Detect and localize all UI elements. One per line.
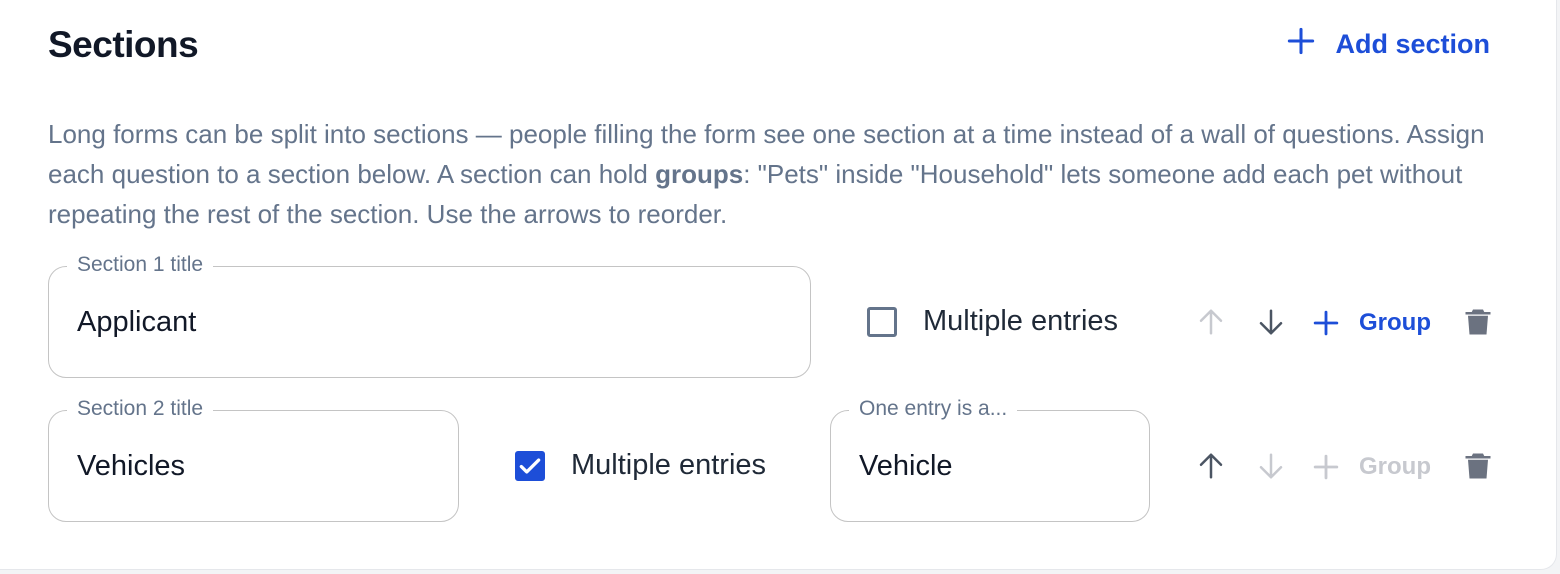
add-section-label: Add section — [1335, 29, 1490, 59]
section-2-title-field[interactable]: Section 2 title Vehicles — [48, 395, 459, 522]
section-2-add-group-button[interactable]: Group — [1313, 453, 1431, 481]
section-1-delete-button[interactable] — [1460, 304, 1496, 340]
checkbox-box — [867, 306, 897, 337]
section-1-title-value: Applicant — [77, 305, 197, 338]
plus-icon — [1313, 310, 1339, 336]
section-1-multiple-entries-label: Multiple entries — [923, 305, 1119, 337]
trash-icon — [1463, 451, 1493, 481]
sections-card: Sections Add section Long forms can be s… — [0, 0, 1557, 570]
section-2-entry-name-field[interactable]: One entry is a... Vehicle — [830, 395, 1150, 522]
section-2-title-value: Vehicles — [77, 449, 186, 482]
plus-icon — [1313, 454, 1339, 480]
section-2-group-label: Group — [1359, 453, 1431, 480]
section-1-group-label: Group — [1359, 309, 1431, 336]
arrow-down-icon — [1256, 307, 1286, 337]
section-1-move-up-button[interactable] — [1193, 304, 1229, 340]
add-section-button[interactable]: Add section — [1287, 27, 1490, 62]
section-1-move-down-button[interactable] — [1253, 304, 1289, 340]
section-2-multiple-entries-label: Multiple entries — [571, 449, 767, 481]
arrow-down-icon — [1256, 451, 1286, 481]
section-1-multiple-entries-checkbox[interactable]: Multiple entries — [867, 305, 1118, 338]
arrow-up-icon — [1196, 451, 1226, 481]
description: Long forms can be split into sections — … — [48, 114, 1508, 234]
trash-icon — [1463, 307, 1493, 337]
section-1-add-group-button[interactable]: Group — [1313, 309, 1431, 337]
page-title: Sections — [48, 24, 199, 65]
section-2-move-down-button[interactable] — [1253, 448, 1289, 484]
section-1-title-field[interactable]: Section 1 title Applicant — [48, 251, 811, 378]
checkbox-box — [515, 450, 545, 481]
checkmark-icon — [517, 453, 543, 479]
section-2-move-up-button[interactable] — [1193, 448, 1229, 484]
description-bold: groups — [655, 159, 744, 189]
section-2-multiple-entries-checkbox[interactable]: Multiple entries — [515, 449, 766, 482]
section-2-entry-value: Vehicle — [859, 449, 953, 482]
arrow-up-icon — [1196, 307, 1226, 337]
section-2-delete-button[interactable] — [1460, 448, 1496, 484]
plus-icon — [1287, 27, 1315, 62]
